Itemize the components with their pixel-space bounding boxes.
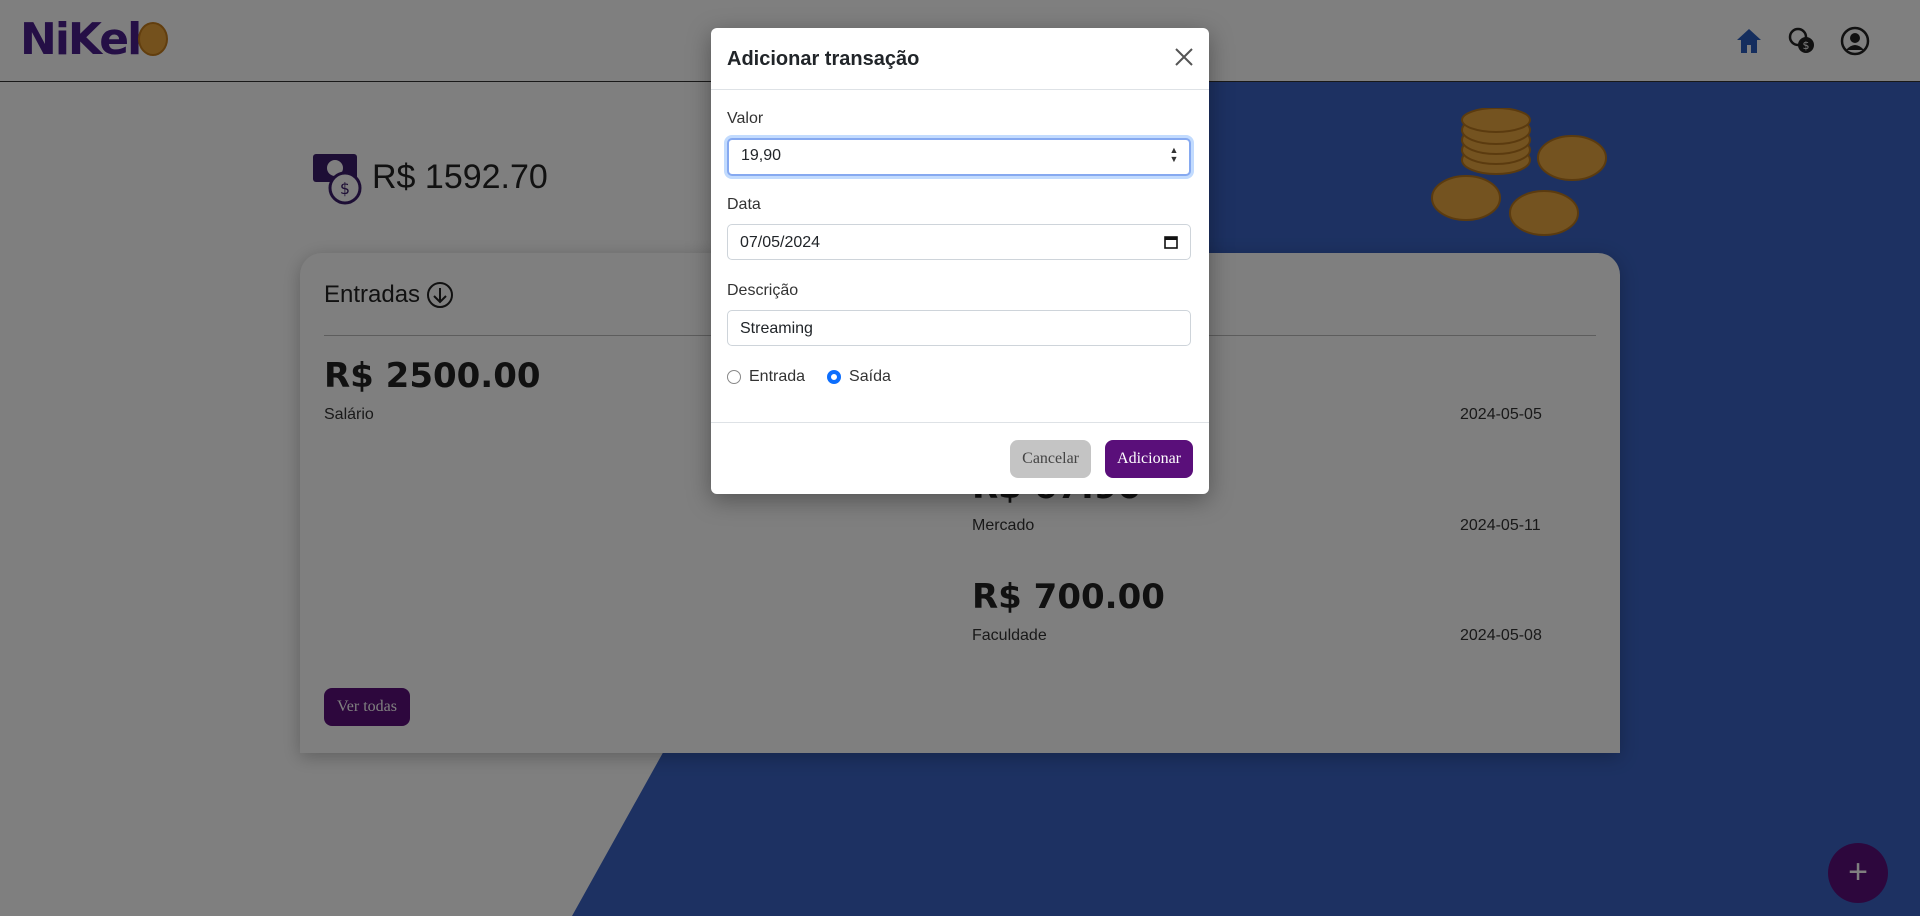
entrada-radio[interactable]	[727, 370, 741, 384]
modal-footer: Cancelar Adicionar	[711, 422, 1209, 495]
descricao-input[interactable]: Streaming	[727, 310, 1191, 346]
data-label: Data	[727, 196, 761, 213]
descricao-label: Descrição	[727, 282, 799, 299]
saida-radio-label: Saída	[849, 368, 891, 385]
add-button[interactable]: Adicionar	[1105, 440, 1193, 478]
close-icon[interactable]	[1173, 46, 1195, 68]
number-spinner-icon[interactable]: ▲ ▼	[1169, 146, 1179, 164]
cancel-button[interactable]: Cancelar	[1010, 440, 1091, 478]
valor-label: Valor	[727, 110, 764, 127]
calendar-icon[interactable]	[1164, 235, 1178, 249]
entrada-radio-label: Entrada	[749, 368, 806, 385]
transaction-type-group: Entrada Saída	[727, 368, 891, 386]
saida-radio[interactable]	[827, 370, 842, 384]
data-input[interactable]: 07/05/2024	[727, 224, 1191, 260]
modal-header: Adicionar transação	[711, 28, 1209, 90]
add-transaction-modal: Adicionar transação Valor 19,90 ▲ ▼ Data …	[711, 28, 1209, 494]
modal-title: Adicionar transação	[727, 48, 920, 70]
valor-input[interactable]: 19,90 ▲ ▼	[727, 138, 1191, 176]
